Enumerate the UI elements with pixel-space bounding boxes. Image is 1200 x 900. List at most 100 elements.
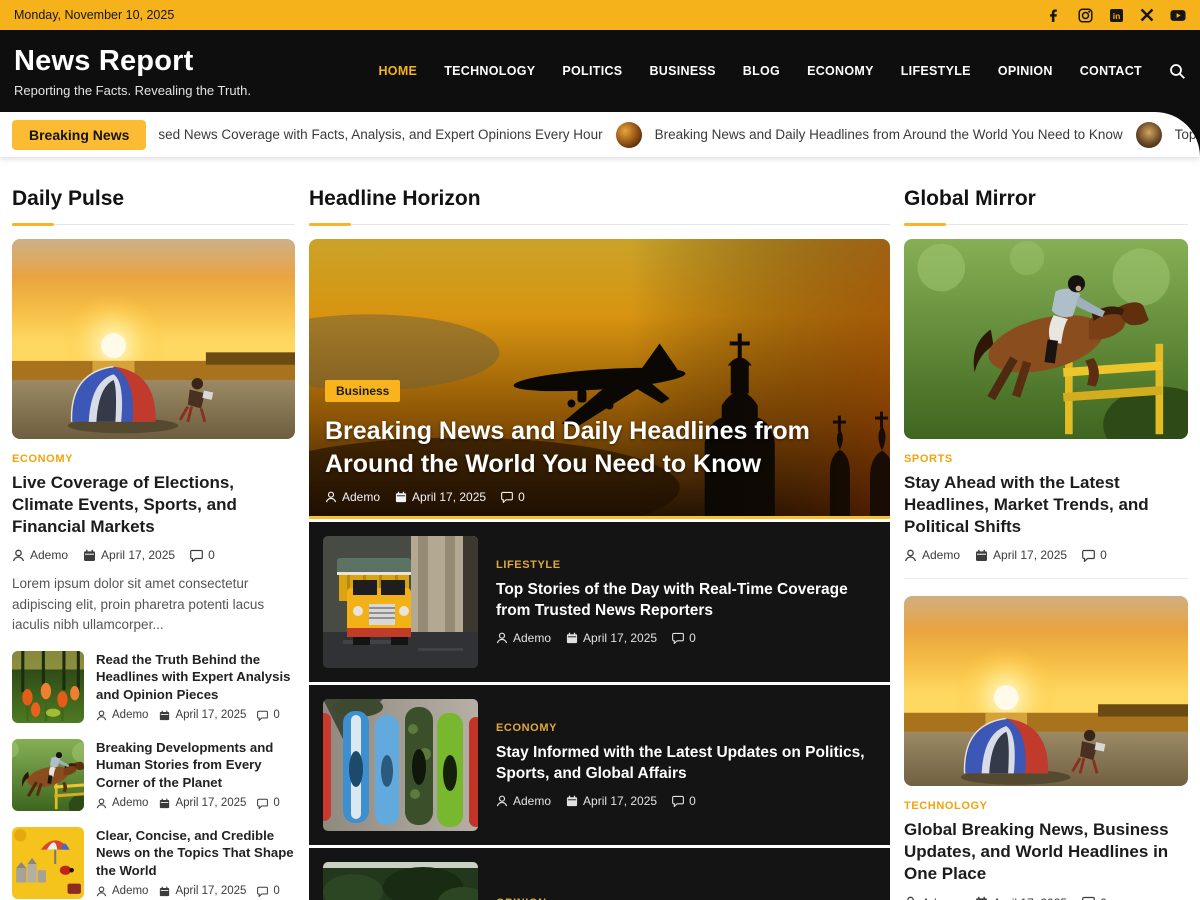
thumb-tulips[interactable] (12, 651, 84, 723)
ticker-item[interactable]: sed News Coverage with Facts, Analysis, … (158, 127, 602, 142)
comments-count: 0 (273, 709, 279, 721)
nav-opinion[interactable]: OPINION (998, 64, 1053, 78)
section-global-mirror: Global Mirror (904, 169, 1188, 900)
post-date: April 17, 2025 (993, 896, 1067, 900)
linkedin-icon[interactable]: in (1108, 7, 1124, 23)
nav-technology[interactable]: TECHNOLOGY (444, 64, 535, 78)
article-image-camp-sunset[interactable] (904, 596, 1188, 786)
author-name: Ademo (342, 490, 380, 504)
category-label[interactable]: ECONOMY (496, 722, 876, 734)
category-label[interactable]: OPINION (496, 897, 876, 900)
row-image-kayaks[interactable] (323, 699, 478, 831)
section-heading: Headline Horizon (309, 187, 890, 225)
article-title[interactable]: Stay Informed with the Latest Updates on… (496, 743, 876, 785)
main-content: Daily Pulse (0, 169, 1200, 900)
instagram-icon[interactable] (1077, 7, 1093, 23)
hero-category-tag[interactable]: Business (325, 380, 400, 402)
comments-icon (257, 886, 268, 897)
post-meta: Ademo April 17, 2025 0 (496, 794, 876, 808)
comments-icon (257, 798, 268, 809)
site-title[interactable]: News Report (14, 45, 251, 78)
ticker-track: sed News Coverage with Facts, Analysis, … (158, 122, 1200, 148)
comments-count: 0 (273, 885, 279, 897)
x-twitter-icon[interactable] (1139, 7, 1155, 23)
calendar-icon (975, 896, 988, 900)
category-label[interactable]: LIFESTYLE (496, 559, 876, 571)
post-meta: Ademo April 17, 2025 0 (496, 631, 876, 645)
post-meta: Ademo April 17, 2025 0 (904, 548, 1188, 562)
post-meta: Ademo April 17, 2025 0 (325, 490, 874, 504)
comments-icon (501, 491, 513, 503)
youtube-icon[interactable] (1170, 7, 1186, 23)
author-icon (96, 798, 107, 809)
ticker-thumb-plane[interactable] (616, 122, 642, 148)
nav-home[interactable]: HOME (378, 64, 417, 78)
author-name: Ademo (513, 794, 551, 808)
nav-economy[interactable]: ECONOMY (807, 64, 874, 78)
article-title[interactable]: Stay Ahead with the Latest Headlines, Ma… (904, 472, 1188, 538)
author-name: Ademo (112, 885, 148, 897)
author-name: Ademo (112, 797, 148, 809)
article-title[interactable]: Global Breaking News, Business Updates, … (904, 819, 1188, 885)
hero-overlay: Business Breaking News and Daily Headlin… (325, 380, 874, 504)
post-meta: Ademo April 17, 2025 0 (12, 548, 295, 562)
nav-lifestyle[interactable]: LIFESTYLE (901, 64, 971, 78)
facebook-icon[interactable] (1046, 7, 1062, 23)
comments-icon (257, 710, 268, 721)
category-label[interactable]: TECHNOLOGY (904, 800, 1188, 812)
article-title[interactable]: Breaking Developments and Human Stories … (96, 739, 295, 791)
article: TECHNOLOGY Global Breaking News, Busines… (904, 578, 1188, 900)
nav-contact[interactable]: CONTACT (1080, 64, 1142, 78)
post-date: April 17, 2025 (993, 548, 1067, 562)
comments-icon (190, 549, 203, 562)
comments-icon (672, 632, 684, 644)
nav-business[interactable]: BUSINESS (649, 64, 715, 78)
hero-title[interactable]: Breaking News and Daily Headlines from A… (325, 415, 874, 481)
article-title[interactable]: Read the Truth Behind the Headlines with… (96, 651, 295, 703)
author-icon (496, 795, 508, 807)
ticker-thumb-truck[interactable] (1136, 122, 1162, 148)
post-date: April 17, 2025 (175, 797, 246, 809)
thumb-horse-jump[interactable] (12, 739, 84, 811)
article-image-horse-jump[interactable] (904, 239, 1188, 439)
author-name: Ademo (513, 631, 551, 645)
calendar-icon (159, 886, 170, 897)
article-title[interactable]: Top Stories of the Day with Real-Time Co… (496, 580, 876, 622)
article-excerpt: Lorem ipsum dolor sit amet consectetur a… (12, 574, 295, 635)
nav-blog[interactable]: BLOG (743, 64, 780, 78)
thumb-yellow-flatlay[interactable] (12, 827, 84, 899)
ticker-item[interactable]: Top Stories of the Day with Real-Time Co… (1175, 127, 1200, 142)
calendar-icon (159, 798, 170, 809)
nav-politics[interactable]: POLITICS (562, 64, 622, 78)
post-date: April 17, 2025 (583, 631, 657, 645)
ticker-wrap: Breaking News sed News Coverage with Fac… (0, 112, 1200, 157)
site-branding: News Report Reporting the Facts. Reveali… (14, 45, 251, 98)
author-name: Ademo (30, 548, 68, 562)
social-links: in (1046, 7, 1186, 23)
site-header: News Report Reporting the Facts. Reveali… (0, 30, 1200, 112)
category-label[interactable]: ECONOMY (12, 453, 295, 465)
breaking-news-badge: Breaking News (12, 120, 146, 150)
row-image-sunflower-field[interactable] (323, 862, 478, 900)
section-heading: Daily Pulse (12, 187, 295, 225)
featured-image-camp-sunset[interactable] (12, 239, 295, 439)
row-image-truck[interactable] (323, 536, 478, 668)
post-date: April 17, 2025 (101, 548, 175, 562)
list-item: Clear, Concise, and Credible News on the… (12, 827, 295, 899)
category-label[interactable]: SPORTS (904, 453, 1188, 465)
hero-article[interactable]: Business Breaking News and Daily Headlin… (309, 239, 890, 519)
calendar-icon (975, 549, 988, 562)
author-icon (96, 710, 107, 721)
list-item: Read the Truth Behind the Headlines with… (12, 651, 295, 723)
post-date: April 17, 2025 (175, 709, 246, 721)
author-icon (496, 632, 508, 644)
post-date: April 17, 2025 (583, 794, 657, 808)
author-icon (96, 886, 107, 897)
site-tagline: Reporting the Facts. Revealing the Truth… (14, 83, 251, 98)
post-meta: Ademo April 17, 2025 0 (96, 709, 295, 721)
article-title[interactable]: Clear, Concise, and Credible News on the… (96, 827, 295, 879)
comments-count: 0 (273, 797, 279, 809)
ticker-item[interactable]: Breaking News and Daily Headlines from A… (655, 127, 1123, 142)
search-icon[interactable] (1169, 63, 1186, 80)
article-title[interactable]: Live Coverage of Elections, Climate Even… (12, 472, 295, 538)
